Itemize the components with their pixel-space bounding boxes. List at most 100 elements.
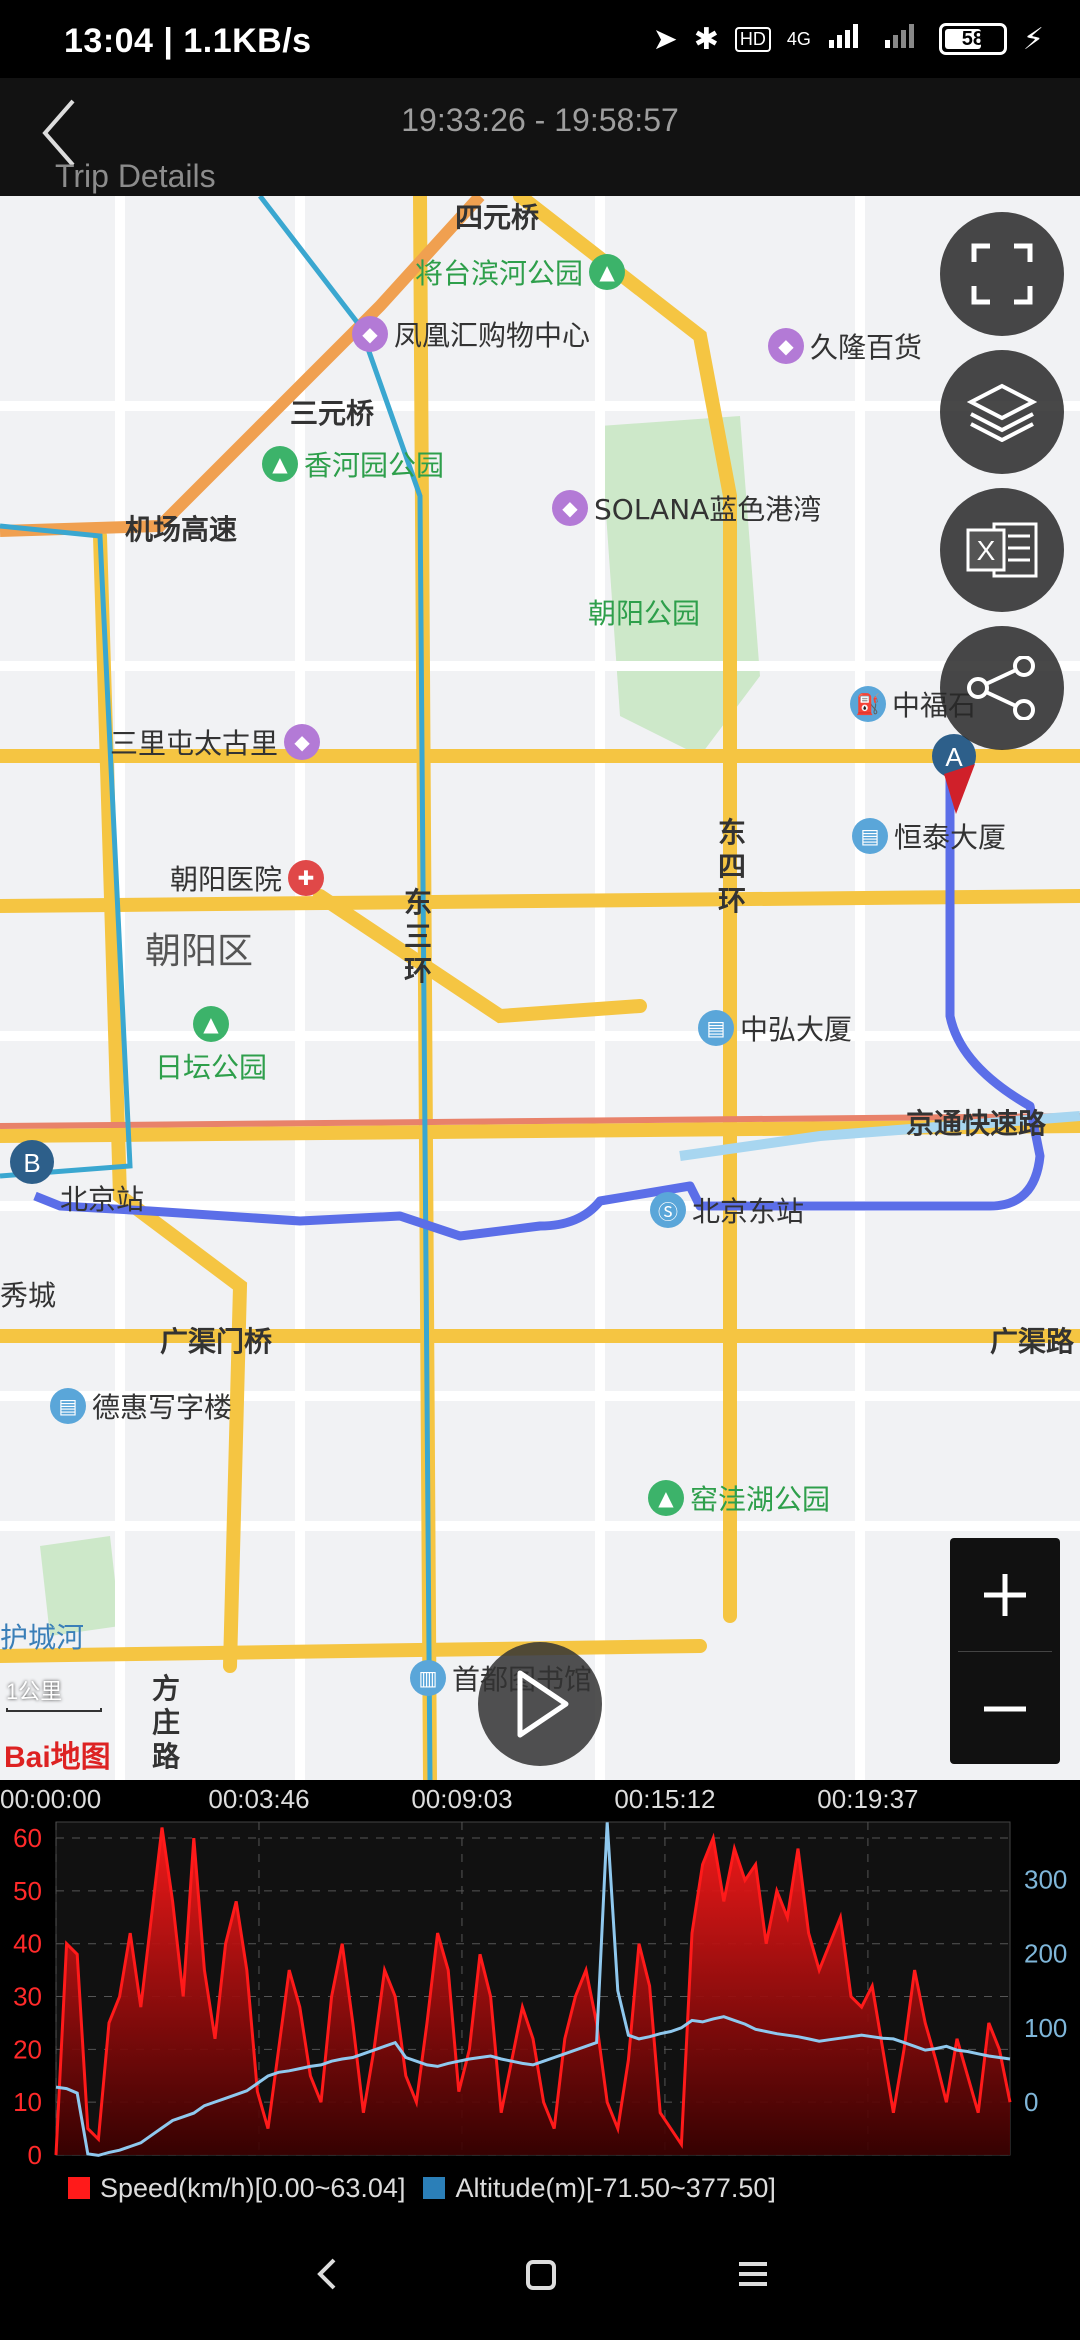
district-label: 朝阳区	[145, 931, 254, 972]
poi-label: 朝阳医院 ✚	[170, 858, 325, 898]
start-marker: A	[932, 734, 976, 814]
legend-altitude-swatch	[423, 2177, 446, 2199]
shop-icon: ◆	[552, 490, 588, 526]
legend-altitude: Altitude(m)[-71.50~377.50]	[423, 2173, 776, 2204]
status-icons: ➤ ✱ HD 4G 58 ⚡	[653, 20, 1044, 58]
charging-icon: ⚡	[1022, 22, 1044, 56]
poi-label: 四元桥	[455, 201, 540, 234]
chart-svg: 0 10 20 30 40 50 60 0 100 200 300 00:00:00 00:03:46 0…	[0, 1784, 1067, 2170]
poi-label: 朝阳公园	[588, 597, 701, 630]
park-icon: ▲	[193, 1006, 229, 1042]
status-time-speed: 13:04 | 1.1KB/s	[64, 22, 312, 60]
park-icon: ▲	[589, 254, 626, 290]
park-icon: ▲	[262, 446, 298, 482]
poi-label: 将台滨河公园 ▲	[415, 252, 626, 292]
poi-label: ◆ 久隆百货	[768, 326, 922, 366]
play-button[interactable]	[478, 1642, 602, 1766]
battery-icon: 58	[938, 23, 1007, 55]
signal-icon	[827, 20, 867, 58]
poi-label: ▤ 中弘大厦	[698, 1008, 852, 1048]
y-left-tick-label: 50	[13, 1876, 42, 1906]
poi-label: ◆ 凤凰汇购物中心	[352, 314, 590, 354]
poi-label: Ⓢ 北京东站	[650, 1190, 804, 1230]
zoom-out-button[interactable]	[950, 1652, 1060, 1765]
poi-label: 广渠路	[990, 1325, 1075, 1358]
hospital-icon: ✚	[288, 860, 325, 896]
fuel-icon: ⛽	[850, 686, 886, 722]
svg-text:X: X	[977, 535, 996, 566]
legend-speed-swatch	[68, 2177, 90, 2199]
signal-icon-2	[883, 20, 923, 58]
status-bar: 13:04 | 1.1KB/s ➤ ✱ HD 4G 58 ⚡	[0, 0, 1080, 78]
y-left-tick-label: 30	[13, 1982, 42, 2012]
poi-label: ◆ SOLANA蓝色港湾	[552, 488, 821, 528]
baidu-logo: Bai地图	[4, 1741, 111, 1774]
station-icon: Ⓢ	[650, 1192, 686, 1228]
trip-time-range: 19:33:26 - 19:58:57	[401, 102, 679, 138]
poi-label: ▤ 德惠写字楼	[50, 1386, 232, 1426]
end-marker: B	[10, 1140, 54, 1184]
zoom-in-button[interactable]	[950, 1538, 1060, 1651]
home-icon	[525, 2260, 556, 2290]
chart-legend: Speed(km/h)[0.00~63.04] Altitude(m)[-71.…	[0, 2168, 1080, 2208]
play-icon	[517, 1670, 569, 1738]
system-nav-bar	[0, 2208, 1080, 2340]
x-tick-label: 00:19:37	[817, 1784, 918, 1814]
poi-label: 三里屯太古里 ◆	[110, 722, 321, 762]
excel-export-icon: X	[966, 522, 1038, 578]
nav-menu-button[interactable]	[723, 2244, 783, 2304]
svg-text:B: B	[23, 1148, 40, 1178]
y-left-tick-label: 10	[13, 2087, 42, 2117]
y-left-tick-label: 0	[28, 2140, 42, 2170]
poi-label: 北京站	[60, 1183, 145, 1216]
poi-label: 机场高速	[125, 513, 238, 546]
poi-label: ▤ 恒泰大厦	[852, 816, 1006, 856]
speed-altitude-chart: 0 10 20 30 40 50 60 0 100 200 300 00:00:00 00:03:46 0…	[0, 1780, 1080, 2208]
x-tick-label: 00:00:00	[0, 1784, 101, 1814]
svg-text:A: A	[945, 742, 963, 772]
y-right-tick-label: 0	[1024, 2087, 1038, 2117]
share-button[interactable]	[940, 626, 1064, 750]
park-icon: ▲	[648, 1480, 684, 1516]
nav-home-button[interactable]	[510, 2244, 570, 2304]
poi-label: ▲ 日坛公园	[155, 1006, 267, 1086]
network-type: 4G	[786, 28, 811, 49]
poi-label: ▲ 香河园公园	[262, 444, 444, 484]
shop-icon: ◆	[768, 328, 804, 364]
fullscreen-button[interactable]	[940, 212, 1064, 336]
nav-back-button[interactable]	[297, 2244, 357, 2304]
poi-label: 东四环	[718, 816, 747, 917]
map-base: A B	[0, 196, 1080, 1780]
map-scale: 1公里	[6, 1674, 102, 1712]
shop-icon: ◆	[284, 724, 321, 760]
back-icon	[316, 2258, 336, 2290]
y-right-tick-label: 100	[1024, 2013, 1067, 2043]
building-icon: ▤	[852, 818, 888, 854]
plus-icon	[984, 1573, 1026, 1616]
layers-button[interactable]	[940, 350, 1064, 474]
x-tick-label: 00:09:03	[411, 1784, 512, 1814]
shop-icon: ◆	[352, 316, 388, 352]
page-title: Trip Details	[55, 158, 216, 194]
building-icon: ▤	[698, 1010, 734, 1046]
menu-icon	[739, 2262, 768, 2286]
legend-speed: Speed(km/h)[0.00~63.04]	[68, 2173, 405, 2204]
y-right-tick-label: 200	[1024, 1939, 1067, 1969]
building-icon: ▤	[50, 1388, 86, 1424]
y-left-tick-label: 20	[13, 2034, 42, 2064]
poi-label: 广渠门桥	[160, 1325, 273, 1358]
export-excel-button[interactable]: X	[940, 488, 1064, 612]
route-map[interactable]: A B 四元桥 将台滨河公园 ▲ ◆ 凤凰汇购物中心 ◆ 久隆百货 三元桥 ▲ 香河园公…	[0, 196, 1080, 1780]
poi-label: 方庄路	[152, 1672, 181, 1773]
y-left-tick-label: 60	[13, 1823, 42, 1853]
poi-label: ▲ 窑洼湖公园	[648, 1478, 830, 1518]
poi-label: 三元桥	[290, 397, 375, 430]
poi-label: 护城河	[0, 1621, 85, 1654]
poi-label: 东三环	[404, 886, 433, 987]
y-right-tick-label: 300	[1024, 1864, 1067, 1894]
hd-badge: HD	[734, 26, 771, 52]
app-header: 19:33:26 - 19:58:57 Trip Details	[0, 78, 1080, 196]
layers-icon	[967, 383, 1037, 442]
share-icon	[967, 656, 1035, 720]
bluetooth-icon: ✱	[693, 22, 719, 56]
